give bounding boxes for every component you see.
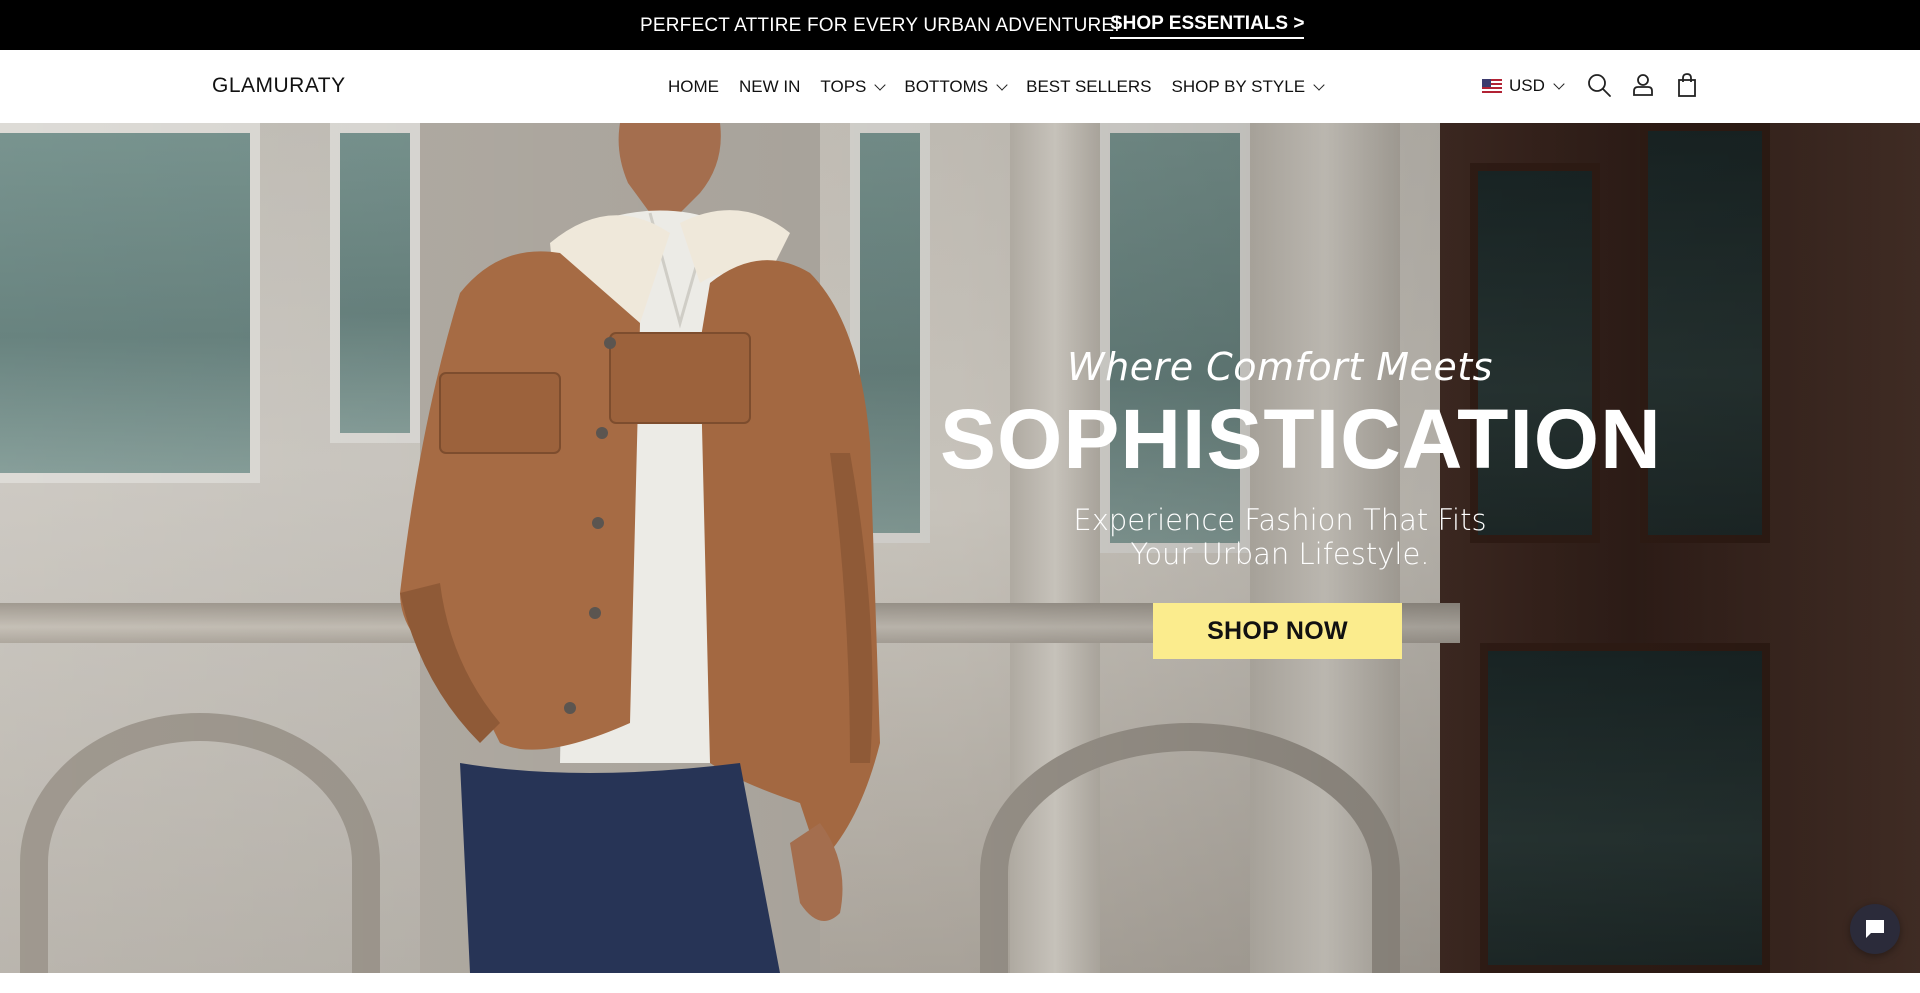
nav-label: BEST SELLERS: [1026, 77, 1152, 96]
currency-selector[interactable]: USD: [1482, 76, 1565, 96]
nav-label: HOME: [668, 77, 719, 96]
hero-banner: Where Comfort Meets SOPHISTICATION Exper…: [0, 123, 1920, 973]
nav-label: TOPS: [820, 77, 867, 96]
chat-button[interactable]: [1850, 904, 1900, 954]
hero-title: SOPHISTICATION: [940, 392, 1662, 486]
hero-subtitle-line: Your Urban Lifestyle.: [1130, 537, 1430, 571]
nav-item-tops[interactable]: TOPS: [820, 77, 887, 97]
shop-now-button[interactable]: SHOP NOW: [1153, 603, 1402, 659]
site-logo[interactable]: GLAMURATY: [212, 74, 346, 98]
cart-icon[interactable]: [1674, 72, 1700, 98]
account-icon[interactable]: [1630, 72, 1656, 98]
chevron-down-icon: [1553, 78, 1565, 90]
model-image: [400, 123, 880, 973]
hero-subtitle: Experience Fashion That Fits Your Urban …: [940, 503, 1620, 571]
nav-item-best-sellers[interactable]: BEST SELLERS: [1026, 77, 1151, 97]
hero-kicker: Where Comfort Meets: [1067, 345, 1493, 389]
nav-label: SHOP BY STYLE: [1171, 77, 1306, 96]
nav-label: BOTTOMS: [904, 77, 989, 96]
hero-text-block: Where Comfort Meets SOPHISTICATION Exper…: [940, 345, 1662, 571]
site-header: GLAMURATY HOME NEW IN TOPS BOTTOMS BEST …: [0, 50, 1920, 123]
chat-icon: [1866, 920, 1884, 938]
nav-item-new-in[interactable]: NEW IN: [739, 77, 800, 97]
search-icon[interactable]: [1586, 72, 1612, 98]
shop-essentials-link[interactable]: SHOP ESSENTIALS >: [1110, 13, 1305, 39]
nav-item-shop-by-style[interactable]: SHOP BY STYLE: [1171, 77, 1325, 97]
announcement-bar: PERFECT ATTIRE FOR EVERY URBAN ADVENTURE…: [0, 0, 1920, 50]
nav-item-bottoms[interactable]: BOTTOMS: [904, 77, 1008, 97]
currency-label: USD: [1509, 76, 1545, 95]
nav-item-home[interactable]: HOME: [668, 77, 719, 97]
hero-subtitle-line: Experience Fashion That Fits: [1073, 503, 1487, 537]
main-nav: HOME NEW IN TOPS BOTTOMS BEST SELLERS SH…: [668, 77, 1343, 97]
nav-label: NEW IN: [739, 77, 801, 96]
chevron-down-icon: [1313, 79, 1325, 91]
chevron-down-icon: [874, 79, 887, 91]
announcement-message: PERFECT ATTIRE FOR EVERY URBAN ADVENTURE…: [640, 15, 1120, 36]
us-flag-icon: [1482, 79, 1502, 93]
chevron-down-icon: [996, 79, 1008, 91]
